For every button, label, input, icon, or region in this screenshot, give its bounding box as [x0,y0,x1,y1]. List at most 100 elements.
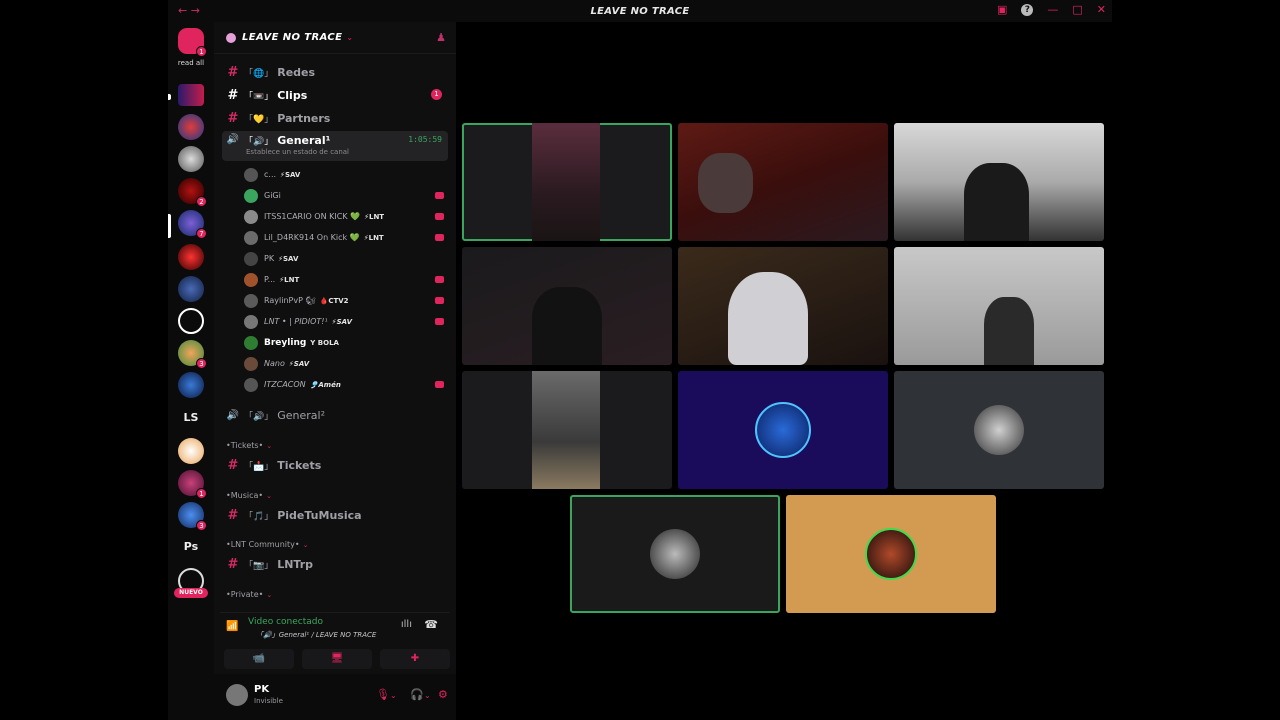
voice-user[interactable]: Lil_D4RK914 On Kick 💚 ⚡LNT [244,228,448,247]
voice-user[interactable]: ITZCACON 🎐Amén [244,375,448,394]
channel-emoji: 「🔊」 [244,137,274,147]
channel-tickets[interactable]: # 「📩」 Tickets [222,455,448,475]
server-icon[interactable]: 1 [178,470,207,499]
channel-pidetumusica[interactable]: # 「🎵」 PideTuMusica [222,505,448,525]
server-badge: 2 [196,196,207,207]
server-icon[interactable]: 3 [178,502,207,531]
read-all-button[interactable]: read all [168,59,214,67]
avatar [244,314,258,329]
channel-partners[interactable]: # 「💛」 Partners [222,108,448,128]
minimize-icon[interactable]: — [1047,3,1058,16]
channel-emoji: 「📼」 [244,91,274,102]
disconnect-icon[interactable]: ☎ [424,618,438,631]
category-label: •LNT Community• [226,540,300,549]
user-panel-name[interactable]: PK [254,684,269,695]
channel-emoji: 「📩」 [244,461,274,472]
video-tile[interactable] [462,123,672,241]
voice-channel-general1[interactable]: 🔊 「🔊」 General¹ 1:05:59 Establece un esta… [222,131,448,161]
channel-name: Redes [277,65,316,79]
voice-user[interactable]: c... ⚡SAV [244,165,448,184]
home-badge: 1 [196,46,207,57]
avatar[interactable] [226,684,248,706]
camera-live-icon [435,297,444,304]
voice-user[interactable]: LNT • | PIDIOT!¹ ⚡SAV [244,312,448,331]
channel-lntrp[interactable]: # 「📷」 LNTrp [222,554,448,574]
video-tile[interactable] [894,247,1104,365]
video-tile[interactable] [570,495,780,613]
connection-location[interactable]: 「🔊」General¹ / LEAVE NO TRACE [256,630,376,640]
signal-icon[interactable]: 📶 [226,621,238,632]
channel-redes[interactable]: # 「🌐」 Redes [222,62,448,82]
video-tile[interactable] [786,495,996,613]
voice-user[interactable]: GiGi [244,186,448,205]
nav-arrows[interactable]: ← → [178,4,200,17]
category-tickets[interactable]: •Tickets• ⌄ [226,441,272,450]
video-tile[interactable] [894,371,1104,489]
camera-button[interactable]: 📹 [224,649,294,669]
channel-name: LNTrp [277,557,314,571]
home-button[interactable]: 1 [178,28,207,57]
headset-icon[interactable]: 🎧 [410,688,424,701]
video-tile[interactable] [678,247,888,365]
category-musica[interactable]: •Musica• ⌄ [226,491,272,500]
activity-button[interactable]: ✚ [380,649,450,669]
server-icon[interactable] [178,308,204,334]
server-icon[interactable] [178,372,204,398]
user-name: c... [264,170,277,179]
avatar [755,402,811,458]
voice-user[interactable]: Nano ⚡SAV [244,354,448,373]
gear-icon[interactable]: ⚙ [438,688,448,701]
voice-connection-panel: 📶 Video conectado 「🔊」General¹ / LEAVE NO… [220,612,450,672]
server-icon[interactable]: 3 [178,340,207,369]
guild-header[interactable]: LEAVE NO TRACE ⌄ ♟ [214,22,456,54]
server-indicator [168,94,171,100]
guild-name: LEAVE NO TRACE [242,32,343,43]
server-icon[interactable] [178,84,204,106]
server-selected-pill [168,214,171,238]
video-tile[interactable] [462,371,672,489]
help-icon[interactable]: ? [1021,3,1034,16]
mic-icon[interactable]: 🎙 [376,688,390,701]
server-icon-ls[interactable]: LS [174,411,208,424]
server-icon-selected[interactable]: 7 [178,210,207,239]
screen-share-button[interactable]: 🖥 [302,649,372,669]
server-icon-ps[interactable]: Ps [174,540,208,553]
noise-suppression-icon[interactable]: ıllı [401,619,412,630]
channel-name: Tickets [277,458,322,472]
chevron-down-icon[interactable]: ⌄ [390,691,397,700]
voice-channel-general2[interactable]: 🔊 「🔊」 General² [222,405,448,425]
server-icon[interactable]: 2 [178,178,207,207]
server-badge: 7 [196,228,207,239]
inbox-icon[interactable]: ▣ [997,3,1007,16]
category-private[interactable]: •Private• ⌄ [226,590,272,599]
connection-status[interactable]: Video conectado [248,617,323,627]
video-tile[interactable] [678,123,888,241]
chevron-down-icon: ⌄ [266,442,273,450]
channel-emoji: 「📷」 [244,560,274,571]
voice-user[interactable]: Breyling Y BOLA [244,333,448,352]
voice-user[interactable]: ITSS1CARIO ON KICK 💚 ⚡LNT [244,207,448,226]
server-badge: 3 [196,358,207,369]
close-icon[interactable]: ✕ [1097,3,1106,16]
video-tile[interactable] [678,371,888,489]
channel-status-prompt[interactable]: Establece un estado de canal [246,148,349,156]
invite-icon[interactable]: ♟ [436,31,446,44]
server-badge: 1 [196,488,207,499]
server-icon[interactable] [178,114,204,140]
video-tile[interactable] [462,247,672,365]
voice-user[interactable]: PK ⚡SAV [244,249,448,268]
channel-clips[interactable]: # 「📼」 Clips 1 [222,85,448,105]
maximize-icon[interactable]: □ [1072,3,1082,16]
category-lnt-community[interactable]: •LNT Community• ⌄ [226,540,308,549]
server-icon[interactable] [178,244,204,270]
server-icon[interactable] [178,276,204,302]
video-tile[interactable] [894,123,1104,241]
voice-user[interactable]: P... ⚡LNT [244,270,448,289]
server-icon[interactable] [178,438,204,464]
unread-badge: 1 [431,89,442,100]
avatar [244,293,258,308]
voice-user[interactable]: RaylinPvP 🐿 🩸CTV2 [244,291,448,310]
chevron-down-icon[interactable]: ⌄ [424,691,431,700]
hash-icon: # [227,556,239,572]
server-icon[interactable] [178,146,204,172]
